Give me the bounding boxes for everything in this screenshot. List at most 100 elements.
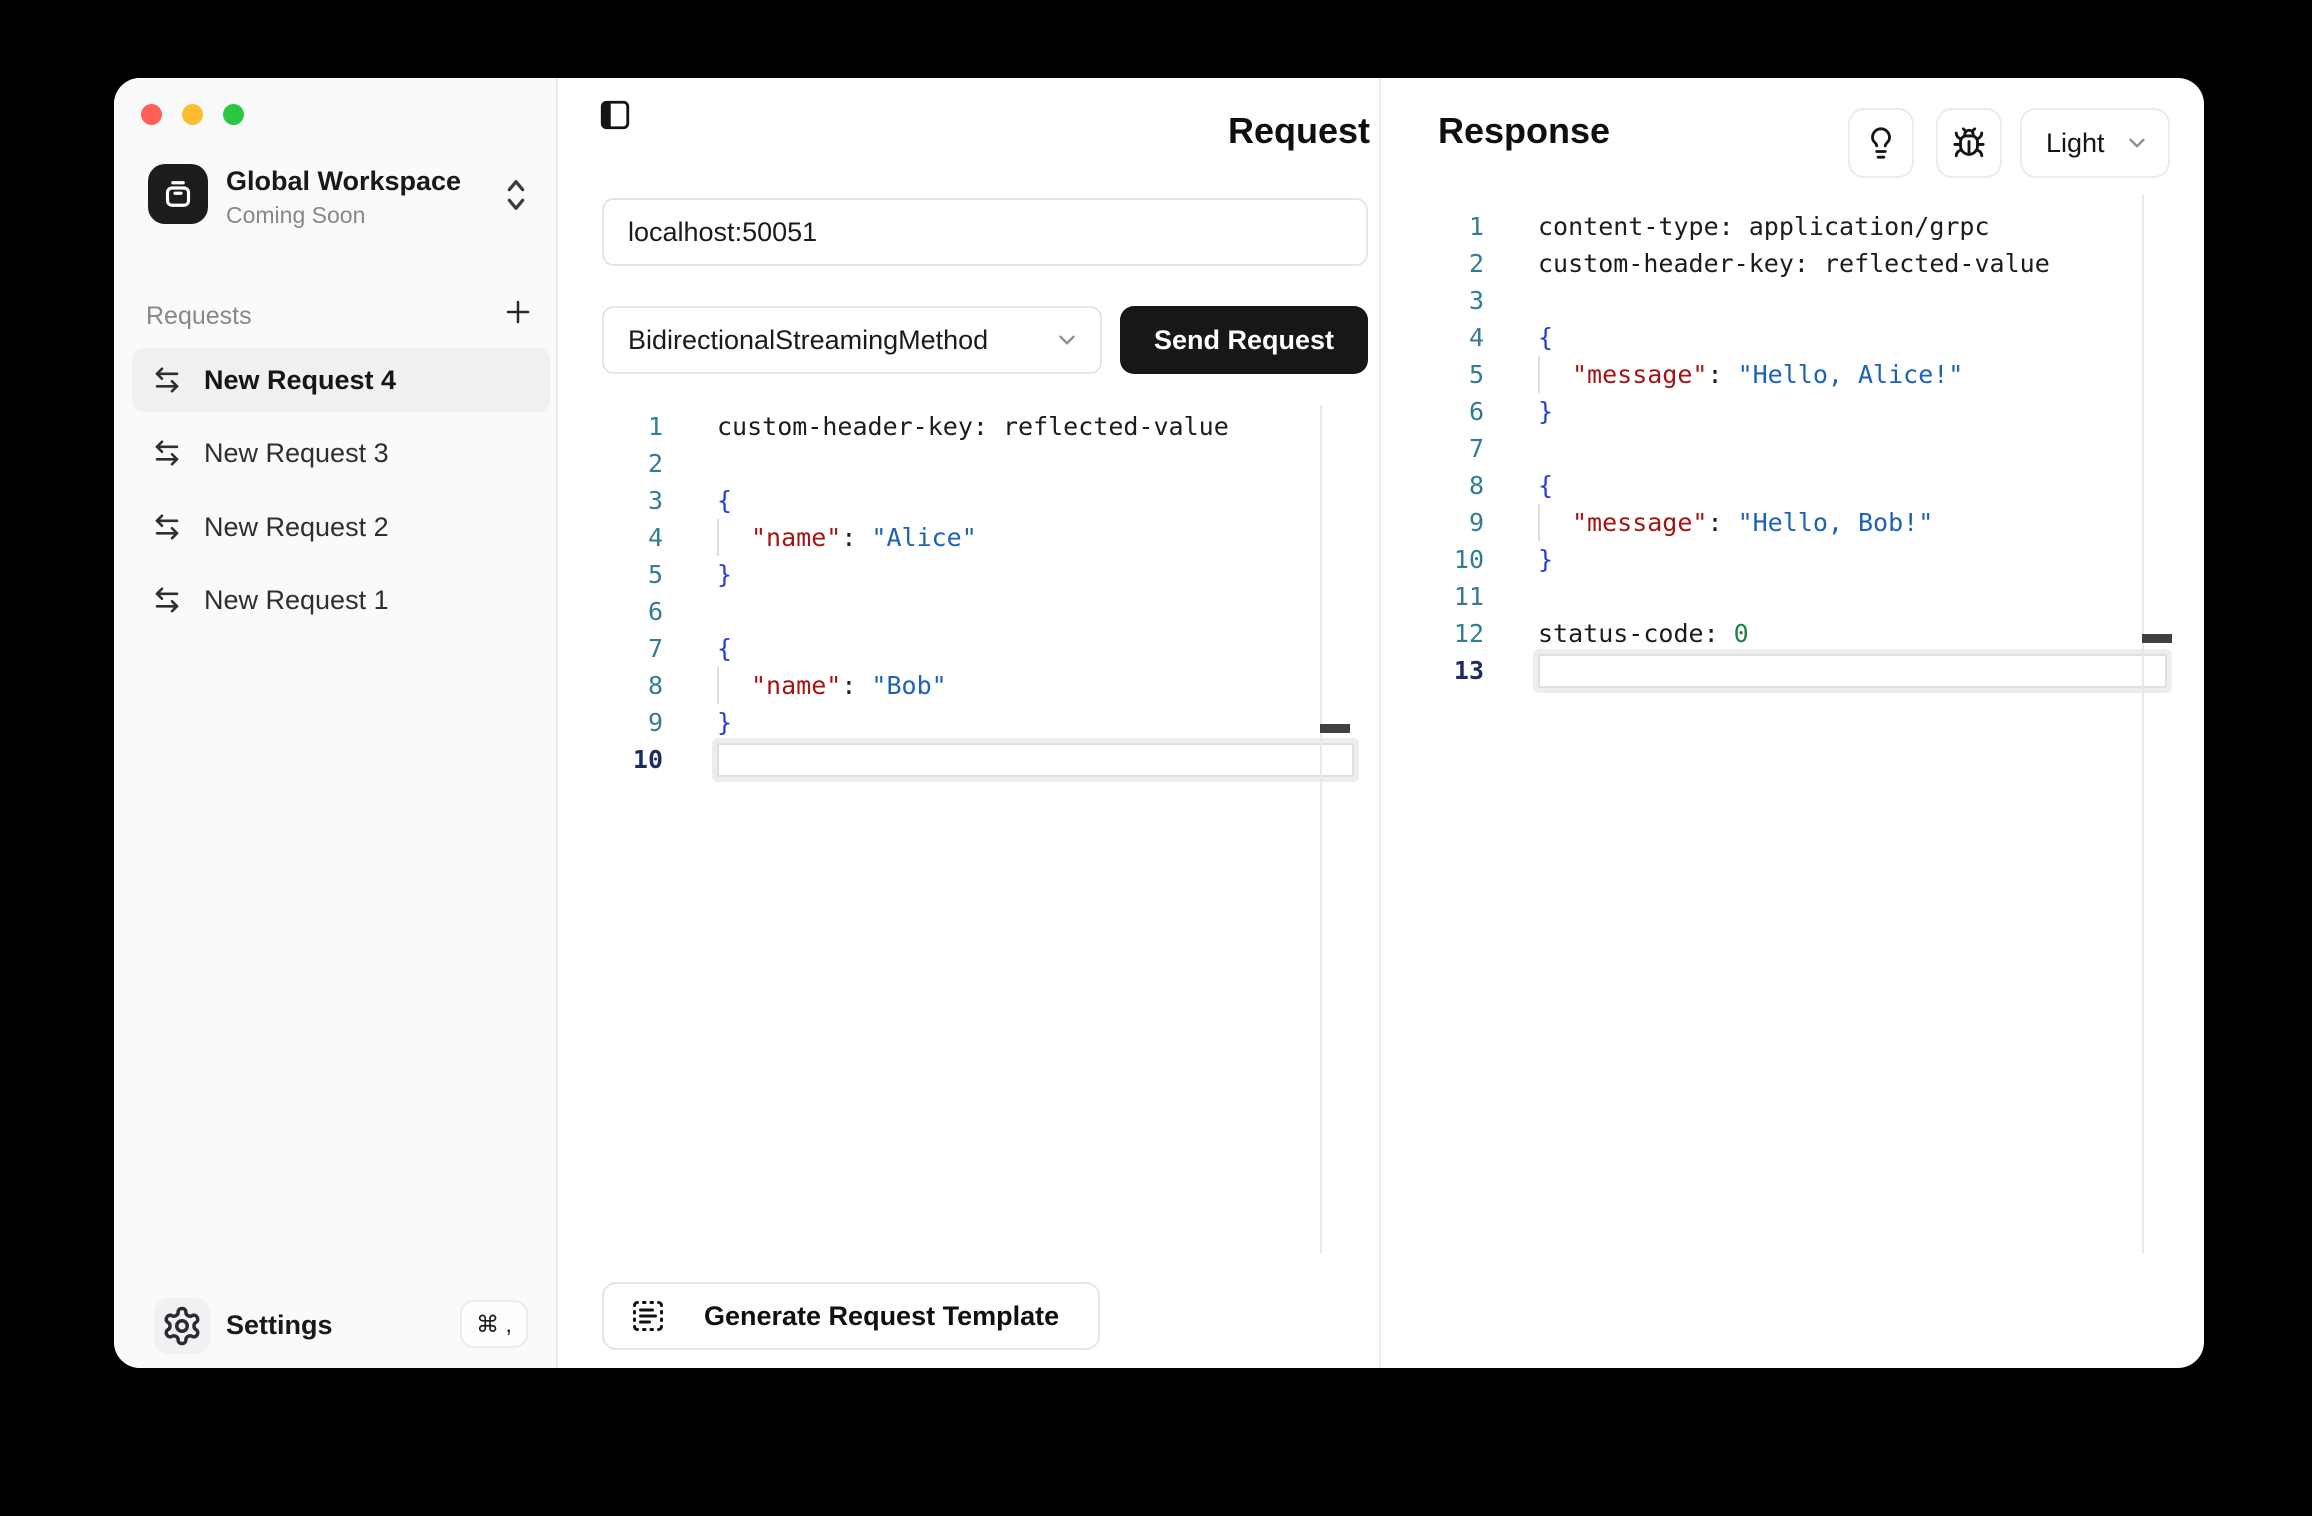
method-dropdown-value: BidirectionalStreamingMethod: [628, 325, 1054, 356]
swap-arrows-icon: [152, 585, 182, 615]
code-line[interactable]: 1 custom-header-key: reflected-value: [603, 408, 1354, 445]
line-number: 4: [1424, 323, 1484, 352]
code-content: custom-header-key: reflected-value: [717, 408, 1354, 445]
window-close-button[interactable]: [141, 104, 162, 125]
response-panel-title: Response: [1438, 110, 1610, 152]
hint-button[interactable]: [1848, 108, 1914, 178]
code-line[interactable]: 7: [1424, 430, 2167, 467]
workspace-icon: [148, 164, 208, 224]
code-line[interactable]: 13: [1424, 652, 2167, 689]
code-line[interactable]: 6: [603, 593, 1354, 630]
code-token: custom-header-key: reflected-value: [717, 412, 1229, 441]
code-line[interactable]: 8"name": "Bob": [603, 667, 1354, 704]
request-editor-border: [1320, 405, 1322, 1253]
chevron-down-icon: [2124, 130, 2150, 156]
code-token: :: [841, 671, 871, 700]
add-request-button[interactable]: [500, 294, 536, 330]
window-zoom-button[interactable]: [223, 104, 244, 125]
sidebar-item-label: New Request 1: [204, 585, 389, 616]
generate-request-template-button[interactable]: Generate Request Template: [602, 1282, 1100, 1350]
indent-guide: [1538, 356, 1572, 393]
code-token: :: [1707, 360, 1737, 389]
settings-shortcut-badge: ⌘ ,: [460, 1300, 528, 1348]
code-line[interactable]: 2: [603, 445, 1354, 482]
code-line[interactable]: 10: [603, 741, 1354, 778]
line-number: 6: [603, 597, 663, 626]
code-content: {: [1538, 319, 2167, 356]
line-number: 11: [1424, 582, 1484, 611]
code-line[interactable]: 8{: [1424, 467, 2167, 504]
code-content: custom-header-key: reflected-value: [1538, 245, 2167, 282]
code-line[interactable]: 7{: [603, 630, 1354, 667]
code-content: "message": "Hello, Bob!": [1538, 504, 2167, 541]
line-number: 2: [1424, 249, 1484, 278]
line-number: 5: [1424, 360, 1484, 389]
code-line[interactable]: 1content-type: application/grpc: [1424, 208, 2167, 245]
code-line[interactable]: 4"name": "Alice": [603, 519, 1354, 556]
code-token: }: [717, 560, 732, 589]
code-token: status-code:: [1538, 619, 1734, 648]
request-editor[interactable]: 1custom-header-key: reflected-value23{4"…: [603, 408, 1354, 778]
sidebar-item-label: New Request 3: [204, 438, 389, 469]
code-line[interactable]: 11: [1424, 578, 2167, 615]
line-number: 7: [603, 634, 663, 663]
chevron-down-icon: [1054, 327, 1080, 353]
sidebar-item-new-request-4[interactable]: New Request 4: [132, 348, 550, 412]
method-dropdown[interactable]: BidirectionalStreamingMethod: [602, 306, 1102, 374]
code-token: }: [1538, 397, 1553, 426]
code-token: }: [1538, 545, 1553, 574]
window-minimize-button[interactable]: [182, 104, 203, 125]
debug-button[interactable]: [1936, 108, 2002, 178]
indent-guide: [717, 519, 751, 556]
sidebar-item-label: New Request 2: [204, 512, 389, 543]
line-number: 8: [1424, 471, 1484, 500]
code-token: {: [1538, 471, 1553, 500]
line-number: 9: [603, 708, 663, 737]
sidebar-item-new-request-1[interactable]: New Request 1: [132, 568, 550, 632]
send-request-button[interactable]: Send Request: [1120, 306, 1368, 374]
code-line[interactable]: 5}: [603, 556, 1354, 593]
code-line[interactable]: 6}: [1424, 393, 2167, 430]
code-line[interactable]: 4{: [1424, 319, 2167, 356]
response-editor[interactable]: 1content-type: application/grpc 2 custom-h…: [1424, 208, 2167, 689]
line-number: 6: [1424, 397, 1484, 426]
code-token: "message": [1572, 508, 1707, 537]
code-content: [1538, 430, 2167, 467]
code-content: "name": "Alice": [717, 519, 1354, 556]
code-content: }: [1538, 393, 2167, 430]
line-number: 1: [603, 412, 663, 441]
line-number: 10: [603, 745, 663, 774]
request-editor-scrollbar-thumb[interactable]: [1320, 724, 1350, 733]
code-token: "Hello, Alice!": [1738, 360, 1964, 389]
app-window: Global Workspace Coming Soon Requests Ne…: [114, 78, 2204, 1368]
line-number: 3: [603, 486, 663, 515]
code-content: [717, 743, 1354, 777]
code-token: {: [717, 634, 732, 663]
server-address-input[interactable]: [602, 198, 1368, 266]
code-token: :: [841, 523, 871, 552]
code-token: {: [1538, 323, 1553, 352]
response-editor-scrollbar-thumb[interactable]: [2142, 634, 2172, 643]
sidebar-item-new-request-2[interactable]: New Request 2: [132, 495, 550, 559]
code-content: [1538, 282, 2167, 319]
generate-request-template-label: Generate Request Template: [704, 1301, 1059, 1332]
workspace-switcher-chevron-icon[interactable]: [500, 172, 532, 218]
sidebar-item-new-request-3[interactable]: New Request 3: [132, 421, 550, 485]
settings-button[interactable]: [154, 1298, 210, 1354]
code-token: }: [717, 708, 732, 737]
code-line[interactable]: 10}: [1424, 541, 2167, 578]
code-line[interactable]: 3: [1424, 282, 2167, 319]
response-editor-border: [2142, 195, 2144, 1253]
code-line[interactable]: 5"message": "Hello, Alice!": [1424, 356, 2167, 393]
line-number: 1: [1424, 212, 1484, 241]
code-line[interactable]: 12status-code: 0: [1424, 615, 2167, 652]
code-line[interactable]: 9}: [603, 704, 1354, 741]
line-number: 2: [603, 449, 663, 478]
code-line[interactable]: 9"message": "Hello, Bob!": [1424, 504, 2167, 541]
theme-dropdown[interactable]: Light: [2020, 108, 2170, 178]
code-content: {: [717, 630, 1354, 667]
code-line[interactable]: 2 custom-header-key: reflected-value: [1424, 245, 2167, 282]
sidebar-toggle-icon[interactable]: [598, 98, 634, 134]
code-line[interactable]: 3{: [603, 482, 1354, 519]
line-number: 7: [1424, 434, 1484, 463]
